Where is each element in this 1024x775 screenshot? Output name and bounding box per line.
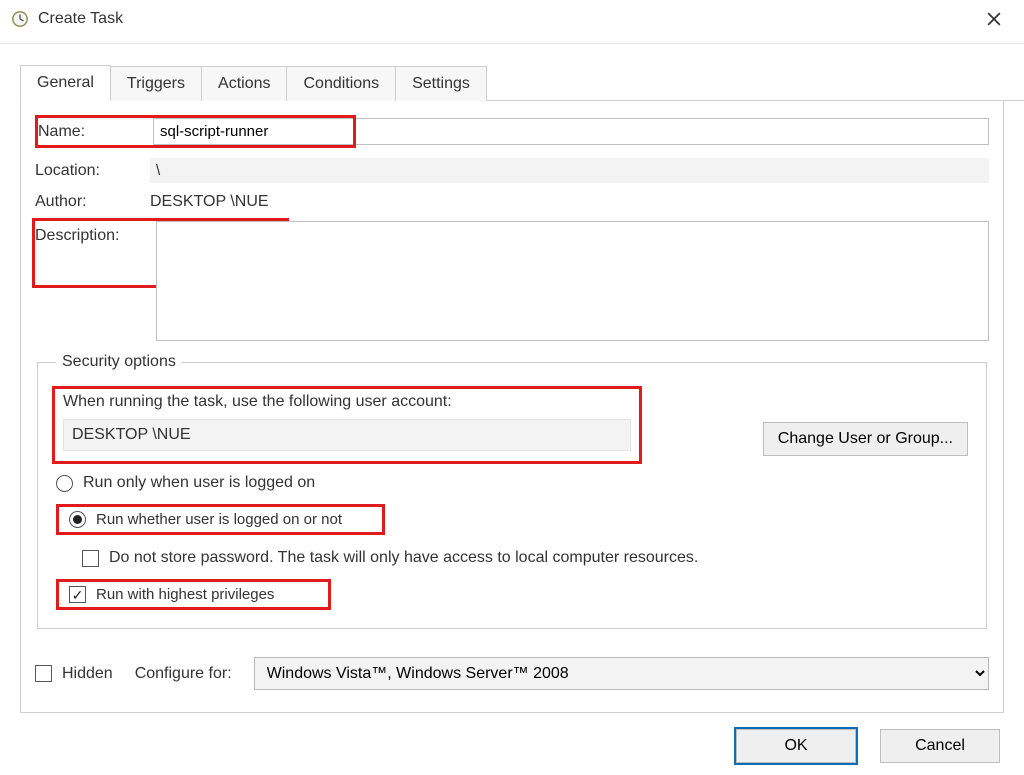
tab-settings[interactable]: Settings (396, 66, 487, 101)
tab-strip: General Triggers Actions Conditions Sett… (20, 64, 1024, 101)
dialog-button-row: OK Cancel (0, 713, 1024, 775)
close-button[interactable] (974, 5, 1014, 33)
location-value: \ (150, 158, 989, 183)
checkbox-no-store-password-label: Do not store password. The task will onl… (109, 549, 698, 567)
name-input[interactable] (153, 118, 353, 145)
author-label: Author: (35, 193, 150, 211)
cancel-button[interactable]: Cancel (880, 729, 1000, 763)
tab-actions[interactable]: Actions (202, 66, 287, 101)
security-account-field: DESKTOP \NUE (63, 419, 631, 451)
name-input-extend[interactable] (356, 118, 989, 145)
row-description: Description: (35, 221, 989, 341)
checkbox-highest-privileges-label: Run with highest privileges (96, 586, 274, 603)
row-name: Name: (35, 115, 989, 148)
radio-run-logged-on-label: Run only when user is logged on (83, 474, 315, 492)
ok-button[interactable]: OK (736, 729, 856, 763)
clock-icon (10, 9, 30, 29)
configure-for-label: Configure for: (135, 665, 232, 683)
radio-run-logged-on-or-not[interactable] (69, 511, 86, 528)
tab-conditions[interactable]: Conditions (287, 66, 396, 101)
change-user-group-button[interactable]: Change User or Group... (763, 422, 968, 456)
description-label: Description: (35, 223, 150, 245)
author-value: DESKTOP \NUE (150, 193, 269, 211)
security-legend: Security options (56, 353, 182, 371)
footer-row: Hidden Configure for: Windows Vista™, Wi… (35, 657, 989, 690)
checkbox-no-store-password[interactable] (82, 550, 99, 567)
description-textarea[interactable] (156, 221, 989, 341)
radio-run-logged-on-or-not-label: Run whether user is logged on or not (96, 511, 342, 528)
tab-general[interactable]: General (20, 65, 111, 101)
title-bar: Create Task (0, 0, 1024, 44)
name-label: Name: (38, 123, 153, 141)
tab-panel-general: Name: Location: \ Author: DESKTOP \NUE D… (20, 101, 1004, 713)
row-author: Author: DESKTOP \NUE (35, 193, 989, 211)
checkbox-hidden-label: Hidden (62, 665, 113, 683)
window-title: Create Task (38, 10, 974, 28)
location-label: Location: (35, 162, 150, 180)
security-prompt: When running the task, use the following… (63, 393, 631, 411)
row-location: Location: \ (35, 158, 989, 183)
configure-for-select[interactable]: Windows Vista™, Windows Server™ 2008 (254, 657, 989, 690)
tab-triggers[interactable]: Triggers (111, 66, 202, 101)
radio-run-logged-on[interactable] (56, 475, 73, 492)
close-icon (987, 12, 1001, 26)
security-options-group: Security options When running the task, … (37, 353, 987, 629)
checkbox-highest-privileges[interactable] (69, 586, 86, 603)
checkbox-hidden[interactable] (35, 665, 52, 682)
